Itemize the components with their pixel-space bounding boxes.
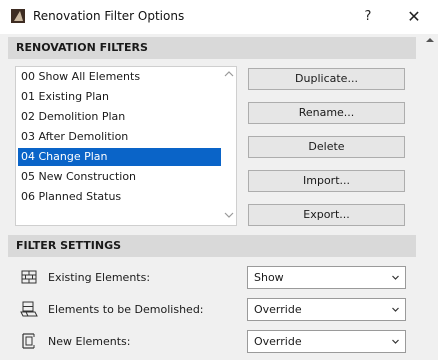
scroll-up-arrow-icon[interactable] <box>426 38 434 42</box>
elements-to-be-demolished-select[interactable]: Override <box>247 298 406 321</box>
existing-elements-value: Show <box>254 271 284 284</box>
window-title: Renovation Filter Options <box>33 9 185 23</box>
list-item[interactable]: 02 Demolition Plan <box>18 108 221 126</box>
chevron-down-icon <box>392 339 399 344</box>
renovation-filter-list[interactable]: 00 Show All Elements 01 Existing Plan 02… <box>15 66 237 226</box>
app-logo-icon <box>11 9 25 23</box>
list-item[interactable]: 06 Planned Status <box>18 188 221 206</box>
list-item[interactable]: 00 Show All Elements <box>18 68 221 86</box>
new-elements-label: New Elements: <box>48 335 131 348</box>
list-scroll-down-icon[interactable] <box>223 211 235 223</box>
chevron-down-icon <box>392 307 399 312</box>
new-elements-select[interactable]: Override <box>247 330 406 353</box>
elements-to-be-demolished-label: Elements to be Demolished: <box>48 303 204 316</box>
import-button[interactable]: Import... <box>248 170 405 192</box>
export-button[interactable]: Export... <box>248 204 405 226</box>
chevron-down-icon <box>392 275 399 280</box>
elements-to-be-demolished-value: Override <box>254 303 302 316</box>
list-item[interactable]: 05 New Construction <box>18 168 221 186</box>
filter-settings-header[interactable]: FILTER SETTINGS <box>8 235 416 257</box>
brick-wall-icon <box>20 268 38 286</box>
close-button[interactable]: ✕ <box>400 6 428 28</box>
rename-button[interactable]: Rename... <box>248 102 405 124</box>
demolish-icon <box>20 300 38 318</box>
list-item[interactable]: 01 Existing Plan <box>18 88 221 106</box>
renovation-filters-header[interactable]: RENOVATION FILTERS <box>8 37 416 59</box>
list-scroll-up-icon[interactable] <box>223 70 235 82</box>
list-item-selected[interactable]: 04 Change Plan <box>18 148 221 166</box>
list-item[interactable]: 03 After Demolition <box>18 128 221 146</box>
title-bar: Renovation Filter Options ? ✕ <box>0 0 438 34</box>
duplicate-button[interactable]: Duplicate... <box>248 68 405 90</box>
new-element-icon <box>20 332 38 350</box>
dialog-scrollbar[interactable] <box>423 34 438 360</box>
existing-elements-label: Existing Elements: <box>48 271 151 284</box>
renovation-filter-options-dialog: Renovation Filter Options ? ✕ RENOVATION… <box>0 0 438 360</box>
existing-elements-select[interactable]: Show <box>247 266 406 289</box>
help-button[interactable]: ? <box>354 6 382 28</box>
new-elements-value: Override <box>254 335 302 348</box>
delete-button[interactable]: Delete <box>248 136 405 158</box>
